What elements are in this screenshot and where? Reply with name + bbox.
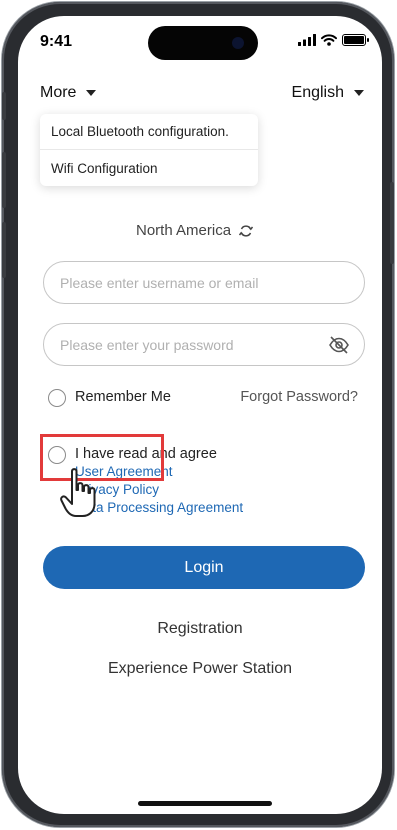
power-button	[390, 182, 394, 264]
switch-icon	[239, 224, 254, 237]
more-menu: Local Bluetooth configuration. Wifi Conf…	[40, 114, 258, 186]
menu-item-wifi-config[interactable]: Wifi Configuration	[40, 150, 258, 186]
mute-switch	[2, 92, 6, 120]
highlight-box	[40, 434, 164, 481]
more-label: More	[40, 84, 77, 101]
volume-down-button	[2, 222, 6, 278]
remember-me-label[interactable]: Remember Me	[75, 389, 171, 405]
login-button[interactable]: Login	[43, 546, 365, 589]
region-selector[interactable]: North America	[136, 222, 254, 239]
caret-down-icon	[354, 90, 364, 96]
menu-item-bluetooth-config[interactable]: Local Bluetooth configuration.	[40, 114, 258, 150]
password-input[interactable]	[43, 323, 365, 366]
dynamic-island	[148, 26, 258, 60]
caret-down-icon	[86, 90, 97, 96]
battery-icon	[342, 34, 369, 46]
signal-icon	[298, 34, 316, 46]
data-processing-agreement-link[interactable]: Data Processing Agreement	[75, 500, 243, 515]
experience-power-station-link[interactable]: Experience Power Station	[18, 660, 382, 678]
home-indicator[interactable]	[138, 801, 272, 806]
remember-me-radio[interactable]	[48, 389, 66, 407]
status-time: 9:41	[40, 33, 73, 50]
more-dropdown[interactable]: More	[40, 84, 97, 102]
eye-off-icon[interactable]	[328, 334, 350, 356]
phone-frame: 9:41 More English cs	[2, 2, 394, 827]
language-dropdown[interactable]: English	[292, 84, 364, 102]
wifi-icon	[321, 34, 337, 46]
hand-pointer-icon	[60, 468, 96, 517]
forgot-password-link[interactable]: Forgot Password?	[240, 389, 358, 405]
status-icons	[298, 34, 369, 46]
volume-up-button	[2, 152, 6, 208]
app-screen: 9:41 More English cs	[18, 16, 382, 814]
registration-link[interactable]: Registration	[18, 620, 382, 638]
username-input[interactable]	[43, 261, 365, 304]
language-label: English	[291, 84, 344, 101]
region-label: North America	[136, 222, 232, 239]
camera-icon	[232, 37, 244, 49]
